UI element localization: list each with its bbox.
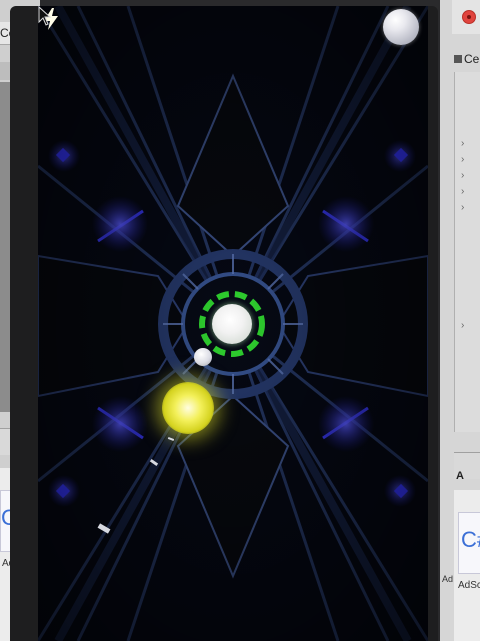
expand-arrow-icon[interactable]: › <box>461 138 464 149</box>
pause-button[interactable] <box>383 9 419 45</box>
expand-arrow-icon[interactable]: › <box>461 186 464 197</box>
expand-arrow-icon[interactable]: › <box>461 320 464 331</box>
file-name-label-2: Ad <box>442 574 454 584</box>
hierarchy-list: › › › › › › <box>454 72 480 432</box>
power-up-orb[interactable] <box>162 382 214 434</box>
mouse-cursor-icon <box>38 6 52 26</box>
close-window-icon[interactable] <box>462 10 476 24</box>
player-ball <box>212 304 252 344</box>
csharp-file-icon[interactable]: C# <box>458 512 480 574</box>
csharp-file-icon-label: C# <box>461 527 480 552</box>
file-name-label: AdScr <box>458 580 480 591</box>
projectile-ball <box>194 348 212 366</box>
editor-window-right: Cen › › › › › › A C# AdScr Ad <box>440 0 480 641</box>
game-viewport[interactable] <box>38 6 428 641</box>
scene-tab-label[interactable]: Cen <box>454 52 480 66</box>
expand-arrow-icon[interactable]: › <box>461 154 464 165</box>
expand-arrow-icon[interactable]: › <box>461 202 464 213</box>
section-label[interactable]: A <box>456 470 464 482</box>
expand-arrow-icon[interactable]: › <box>461 170 464 181</box>
